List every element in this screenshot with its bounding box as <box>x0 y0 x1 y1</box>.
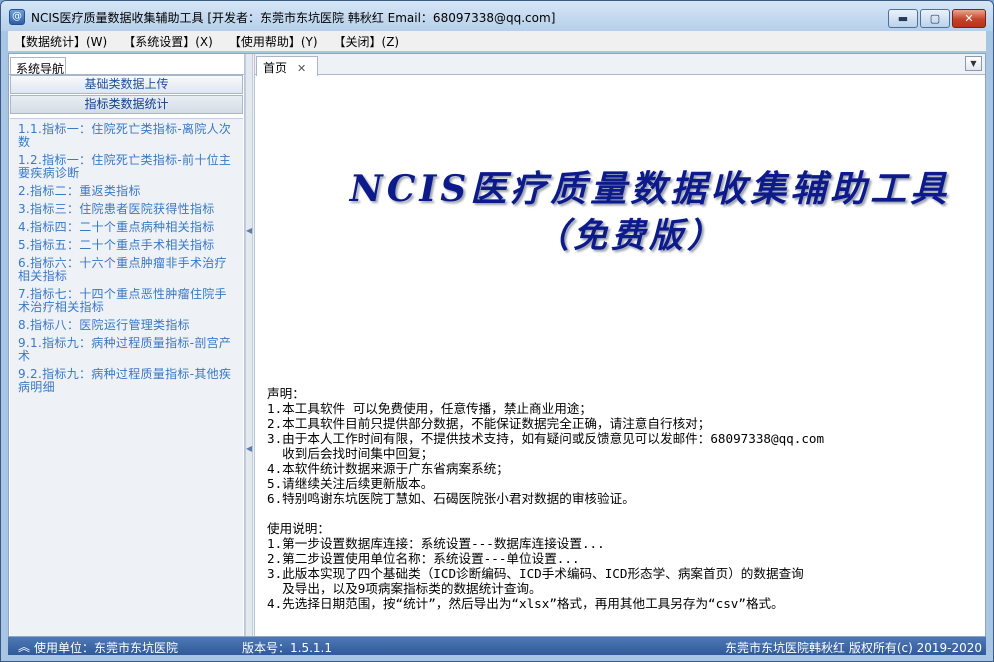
list-item[interactable]: 3.指标三：住院患者医院获得性指标 <box>18 203 237 216</box>
usage-line: 1.第一步设置数据库连接：系统设置---数据库连接设置... <box>267 536 605 551</box>
banner-title: NCIS医疗质量数据收集辅助工具 <box>349 168 951 210</box>
section-basic-upload[interactable]: 基础类数据上传 <box>10 75 243 94</box>
status-bar: ︽ 使用单位：东莞市东坑医院 版本号：1.5.1.1 东莞市东坑医院韩秋红 版权… <box>8 637 986 655</box>
declaration-line: 4.本软件统计数据来源于广东省病案系统； <box>267 461 509 476</box>
declaration-line: 1.本工具软件 可以免费使用，任意传播，禁止商业用途； <box>267 401 592 416</box>
double-chevron-up-icon[interactable]: ︽ <box>18 638 30 655</box>
menu-system-settings[interactable]: 【系统设置】(X) <box>123 33 213 50</box>
declaration-line: 收到后会找时间集中回复； <box>267 446 434 461</box>
main-panel: 首页 ✕ ▼ NCIS医疗质量数据收集辅助工具 （免费版） 声明： 1.本工具软件… <box>254 54 985 636</box>
usage-line: 及导出，以及9项病案指标类的数据统计查询。 <box>267 581 542 596</box>
tab-home-label: 首页 <box>263 61 288 75</box>
list-item[interactable]: 9.1.指标九：病种过程质量指标-剖宫产术 <box>18 337 237 363</box>
declaration-line: 2.本工具软件目前只提供部分数据，不能保证数据完全正确，请注意自行核对； <box>267 416 711 431</box>
close-icon[interactable]: ✕ <box>297 62 306 75</box>
list-item[interactable]: 8.指标八：医院运行管理类指标 <box>18 319 237 332</box>
app-icon: @ <box>9 9 25 25</box>
banner-subtitle: （免费版） <box>535 216 725 256</box>
list-item[interactable]: 7.指标七：十四个重点恶性肿瘤住院手术治疗相关指标 <box>18 288 237 314</box>
menu-data-stats[interactable]: 【数据统计】(W) <box>14 33 107 50</box>
menu-close[interactable]: 【关闭】(Z) <box>334 33 400 50</box>
indicator-list: 1.1.指标一：住院死亡类指标-离院人次数 1.2.指标一：住院死亡类指标-前十… <box>10 118 243 636</box>
usage-line: 4.先选择日期范围，按“统计”，然后导出为“xlsx”格式，再用其他工具另存为“… <box>267 596 784 611</box>
collapse-left-icon[interactable]: ◀ <box>246 444 252 453</box>
maximize-button[interactable]: ▢ <box>920 9 950 28</box>
usage-line: 3.此版本实现了四个基础类（ICD诊断编码、ICD手术编码、ICD形态学、病案首… <box>267 566 804 581</box>
list-item[interactable]: 1.2.指标一：住院死亡类指标-前十位主要疾病诊断 <box>18 154 237 180</box>
window-title: NCIS医疗质量数据收集辅助工具 [开发者：东莞市东坑医院 韩秋红 Email：… <box>31 11 556 25</box>
menu-help[interactable]: 【使用帮助】(Y) <box>229 33 318 50</box>
list-item[interactable]: 5.指标五：二十个重点手术相关指标 <box>18 239 237 252</box>
list-item[interactable]: 4.指标四：二十个重点病种相关指标 <box>18 221 237 234</box>
status-unit: 使用单位：东莞市东坑医院 <box>34 641 179 655</box>
declaration-line: 3.由于本人工作时间有限，不提供技术支持，如有疑问或反馈意见可以发邮件：6809… <box>267 431 825 446</box>
list-item[interactable]: 9.2.指标九：病种过程质量指标-其他疾病明细 <box>18 368 237 394</box>
status-version: 版本号：1.5.1.1 <box>242 641 332 655</box>
list-item[interactable]: 1.1.指标一：住院死亡类指标-离院人次数 <box>18 123 237 149</box>
tab-strip: 首页 ✕ ▼ <box>255 54 985 76</box>
declaration-title: 声明： <box>267 386 305 401</box>
close-button[interactable]: ✕ <box>952 9 986 28</box>
splitter-handle[interactable]: ◀ ◀ <box>245 54 253 636</box>
app-window: @ NCIS医疗质量数据收集辅助工具 [开发者：东莞市东坑医院 韩秋红 Emai… <box>0 0 994 662</box>
menu-bar: 【数据统计】(W) 【系统设置】(X) 【使用帮助】(Y) 【关闭】(Z) <box>8 31 986 51</box>
declaration-line: 6.特别鸣谢东坑医院丁慧如、石碣医院张小君对数据的审核验证。 <box>267 491 635 506</box>
workspace: 系统导航 基础类数据上传 指标类数据统计 1.1.指标一：住院死亡类指标-离院人… <box>8 53 986 637</box>
list-item[interactable]: 6.指标六：十六个重点肿瘤非手术治疗相关指标 <box>18 257 237 283</box>
status-copyright: 东莞市东坑医院韩秋红 版权所有(c) 2019-2020 <box>725 641 982 655</box>
minimize-button[interactable]: ▬ <box>888 9 918 28</box>
list-item[interactable]: 2.指标二：重返类指标 <box>18 185 237 198</box>
usage-title: 使用说明： <box>267 521 330 536</box>
tab-home[interactable]: 首页 ✕ <box>256 56 318 76</box>
collapse-left-icon[interactable]: ◀ <box>246 226 252 235</box>
home-content: NCIS医疗质量数据收集辅助工具 （免费版） 声明： 1.本工具软件 可以免费使… <box>255 76 985 636</box>
section-indicator-stats[interactable]: 指标类数据统计 <box>10 95 243 114</box>
navigation-panel: 系统导航 基础类数据上传 指标类数据统计 1.1.指标一：住院死亡类指标-离院人… <box>9 54 245 636</box>
usage-line: 2.第二步设置使用单位名称：系统设置---单位设置... <box>267 551 580 566</box>
sidebar-tab-navigation[interactable]: 系统导航 <box>10 57 66 76</box>
title-bar[interactable]: @ NCIS医疗质量数据收集辅助工具 [开发者：东莞市东坑医院 韩秋红 Emai… <box>1 1 993 31</box>
chevron-down-icon[interactable]: ▼ <box>965 56 982 71</box>
declaration-line: 5.请继续关注后续更新版本。 <box>267 476 434 491</box>
